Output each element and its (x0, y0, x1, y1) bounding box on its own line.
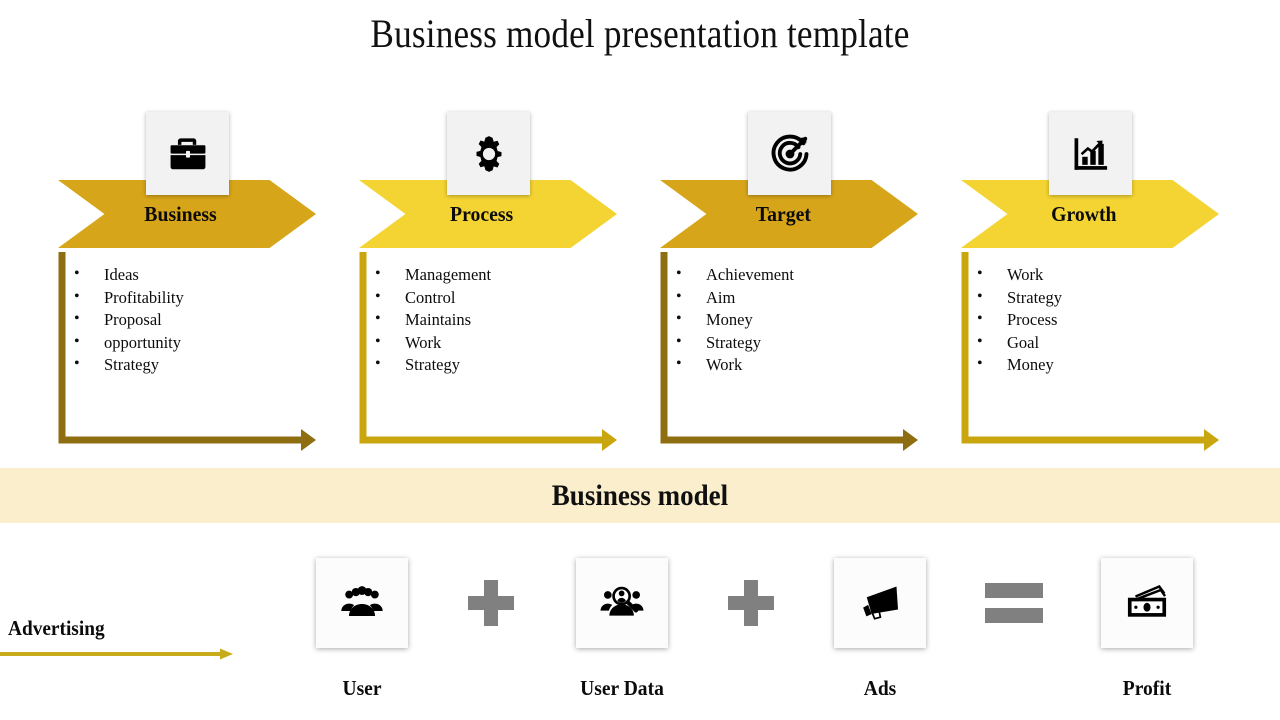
equation-item-user-data[interactable]: User Data (576, 558, 668, 700)
chevron-label: Target (755, 201, 811, 226)
equation-item-ads[interactable]: Ads (834, 558, 926, 700)
briefcase-icon (166, 132, 210, 176)
page-title: Business model presentation template (370, 11, 910, 56)
cash-money-icon (1124, 580, 1170, 626)
target-icon (768, 132, 812, 176)
equals-bar-top (985, 583, 1043, 598)
equation-caption: Profit (1122, 676, 1172, 700)
chevron-label: Business (144, 201, 218, 226)
pillar-business[interactable]: Business Ideas Profitability Proposal op… (58, 112, 318, 451)
equation-item-profit[interactable]: Profit (1101, 558, 1193, 700)
bar-chart-growth-icon-tile[interactable] (1049, 112, 1132, 195)
bar-chart-growth-icon (1070, 133, 1112, 175)
equation-caption: User (342, 676, 382, 700)
equation-caption: Ads (863, 676, 897, 700)
user-search-icon-tile[interactable] (576, 558, 668, 648)
equation-caption: User Data (580, 676, 664, 700)
operator-plus-1 (461, 558, 521, 648)
pillar-growth[interactable]: Growth Work Strategy Process Goal Money (961, 112, 1221, 451)
connector-arrow-process (359, 252, 617, 451)
target-icon-tile[interactable] (748, 112, 831, 195)
operator-plus-2 (721, 558, 781, 648)
gear-icon (468, 133, 510, 175)
users-group-icon-tile[interactable] (316, 558, 408, 648)
equals-bar-bottom (985, 608, 1043, 623)
megaphone-icon-tile[interactable] (834, 558, 926, 648)
plus-icon (728, 580, 774, 626)
connector-arrow-business (58, 252, 316, 451)
connector-arrow-growth (961, 252, 1219, 451)
connector-arrow-target (660, 252, 918, 451)
advertising-arrow-icon (0, 645, 240, 663)
slide-canvas: Business model presentation template Bus… (0, 0, 1280, 720)
gear-icon-tile[interactable] (447, 112, 530, 195)
pillar-process[interactable]: Process Management Control Maintains Wor… (359, 112, 619, 451)
pillar-target[interactable]: Target Achievement Aim Money Strategy Wo… (660, 112, 920, 451)
advertising-label: Advertising (8, 616, 105, 640)
equation-item-user[interactable]: User (316, 558, 408, 700)
users-group-icon (339, 580, 385, 626)
band-label: Business model (551, 478, 729, 512)
plus-icon (468, 580, 514, 626)
user-search-icon (599, 580, 645, 626)
briefcase-icon-tile[interactable] (146, 112, 229, 195)
equals-icon (985, 583, 1043, 623)
business-model-band: Business model (0, 468, 1280, 523)
operator-equals (984, 558, 1044, 648)
megaphone-icon (857, 580, 903, 626)
chevron-label: Growth (1051, 201, 1117, 226)
cash-money-icon-tile[interactable] (1101, 558, 1193, 648)
chevron-label: Process (450, 201, 514, 226)
